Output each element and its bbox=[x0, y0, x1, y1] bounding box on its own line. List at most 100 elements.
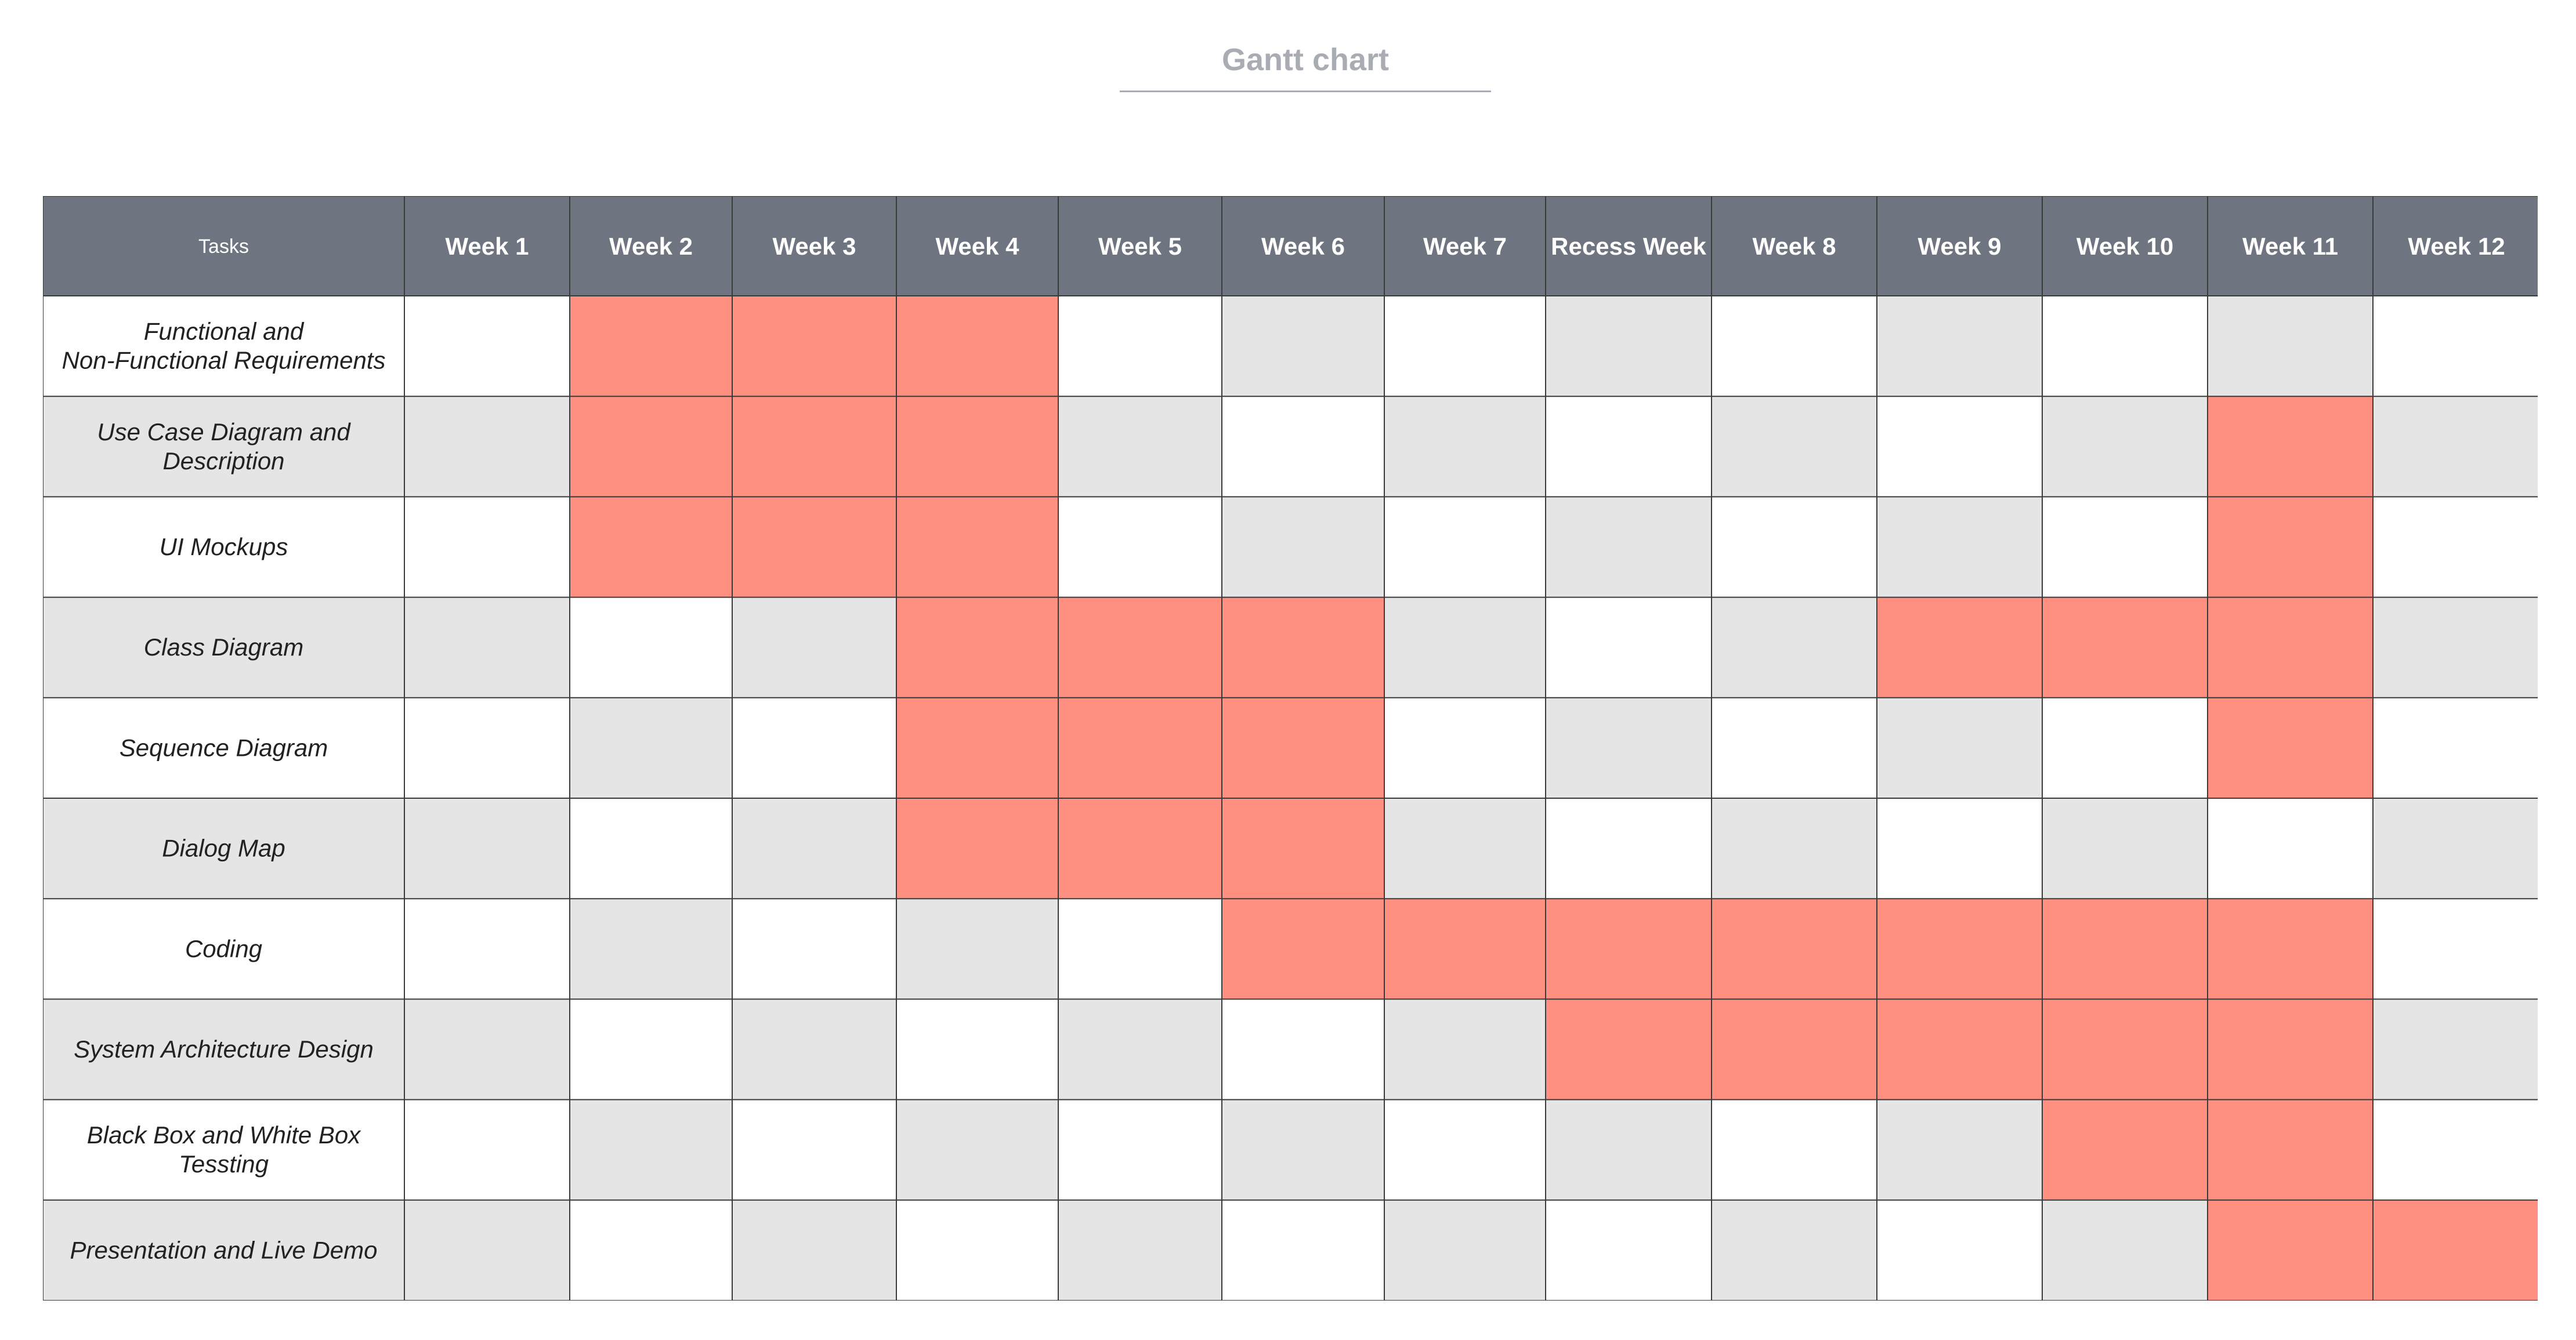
week-cell bbox=[732, 999, 896, 1100]
week-cell bbox=[896, 1099, 1058, 1200]
week-header: Week 12 bbox=[2408, 233, 2505, 260]
week-header: Week 7 bbox=[1423, 233, 1507, 260]
week-cell bbox=[1222, 1200, 1384, 1301]
week-cell bbox=[2042, 697, 2208, 798]
week-cell bbox=[570, 899, 732, 999]
week-cell bbox=[1877, 798, 2042, 899]
week-cell bbox=[732, 1099, 896, 1200]
week-cell bbox=[404, 597, 570, 698]
week-cell bbox=[1877, 697, 2042, 798]
gantt-bar-cell bbox=[1222, 899, 1384, 999]
week-cell bbox=[404, 899, 570, 999]
week-cell bbox=[404, 497, 570, 597]
gantt-bar-cell bbox=[896, 497, 1058, 597]
gantt-bar-cell bbox=[2042, 1099, 2208, 1200]
week-cell bbox=[1222, 1099, 1384, 1200]
week-header: Week 8 bbox=[1753, 233, 1836, 260]
week-cell bbox=[404, 999, 570, 1100]
week-cell bbox=[570, 597, 732, 698]
gantt-bar-cell bbox=[2208, 597, 2373, 698]
week-cell bbox=[2208, 296, 2373, 397]
task-name: Coding bbox=[185, 935, 262, 962]
week-cell bbox=[1546, 396, 1712, 497]
week-cell bbox=[1384, 497, 1546, 597]
week-cell bbox=[1058, 497, 1222, 597]
week-cell bbox=[2373, 1099, 2538, 1200]
week-cell bbox=[1877, 1200, 2042, 1301]
task-name: Presentation and Live Demo bbox=[70, 1236, 378, 1263]
week-cell bbox=[404, 1099, 570, 1200]
week-cell bbox=[1058, 999, 1222, 1100]
week-cell bbox=[1712, 697, 1877, 798]
week-cell bbox=[1058, 1200, 1222, 1301]
week-cell bbox=[2373, 697, 2538, 798]
week-cell bbox=[896, 899, 1058, 999]
gantt-bar-cell bbox=[2208, 396, 2373, 497]
week-cell bbox=[1058, 899, 1222, 999]
gantt-bar-cell bbox=[570, 296, 732, 397]
week-cell bbox=[2373, 396, 2538, 497]
week-cell bbox=[1712, 497, 1877, 597]
task-name: Black Box and White Box bbox=[87, 1121, 362, 1149]
week-cell bbox=[1546, 1200, 1712, 1301]
week-cell bbox=[1384, 296, 1546, 397]
week-cell bbox=[1712, 597, 1877, 698]
week-cell bbox=[732, 798, 896, 899]
week-header: Week 6 bbox=[1261, 233, 1345, 260]
task-name: Functional and bbox=[144, 318, 305, 345]
gantt-bar-cell bbox=[570, 396, 732, 497]
task-name-cell bbox=[43, 396, 404, 497]
gantt-bar-cell bbox=[1712, 999, 1877, 1100]
week-cell bbox=[2373, 999, 2538, 1100]
week-header: Week 4 bbox=[936, 233, 1020, 260]
week-cell bbox=[1712, 1200, 1877, 1301]
gantt-bar-cell bbox=[1546, 999, 1712, 1100]
week-cell bbox=[1546, 697, 1712, 798]
week-cell bbox=[2208, 798, 2373, 899]
week-cell bbox=[404, 396, 570, 497]
week-header: Week 2 bbox=[609, 233, 693, 260]
week-cell bbox=[2373, 899, 2538, 999]
week-cell bbox=[2042, 1200, 2208, 1301]
title-underline bbox=[1120, 90, 1491, 92]
week-cell bbox=[1222, 999, 1384, 1100]
gantt-bar-cell bbox=[732, 296, 896, 397]
gantt-bar-cell bbox=[1877, 999, 2042, 1100]
week-header: Week 11 bbox=[2242, 233, 2338, 260]
task-name: Class Diagram bbox=[144, 633, 303, 661]
week-cell bbox=[2042, 396, 2208, 497]
week-cell bbox=[2373, 296, 2538, 397]
week-cell bbox=[1384, 396, 1546, 497]
week-cell bbox=[1384, 1099, 1546, 1200]
week-cell bbox=[570, 697, 732, 798]
gantt-table: Tasks Week 1 Week 2 Week 3 Week 4 Week 5 Week … bbox=[43, 196, 2538, 1301]
gantt-bar-cell bbox=[2373, 1200, 2538, 1301]
task-name: Sequence Diagram bbox=[120, 734, 328, 761]
gantt-bar-cell bbox=[2042, 597, 2208, 698]
week-cell bbox=[570, 798, 732, 899]
task-name: Tessting bbox=[179, 1150, 269, 1178]
week-cell bbox=[1384, 798, 1546, 899]
task-name: Use Case Diagram and bbox=[97, 418, 351, 446]
week-cell bbox=[570, 1099, 732, 1200]
gantt-bar-cell bbox=[2208, 899, 2373, 999]
gantt-bar-cell bbox=[896, 597, 1058, 698]
gantt-bar-cell bbox=[1058, 697, 1222, 798]
week-cell bbox=[570, 1200, 732, 1301]
week-cell bbox=[1546, 296, 1712, 397]
gantt-bar-cell bbox=[1546, 899, 1712, 999]
week-header: Week 5 bbox=[1098, 233, 1182, 260]
task-name: Description bbox=[162, 447, 284, 475]
week-cell bbox=[1546, 497, 1712, 597]
week-header: Week 10 bbox=[2076, 233, 2173, 260]
gantt-bar-cell bbox=[2208, 1200, 2373, 1301]
week-header: Week 9 bbox=[1918, 233, 2002, 260]
gantt-bar-cell bbox=[1222, 597, 1384, 698]
week-cell bbox=[404, 697, 570, 798]
week-cell bbox=[1712, 1099, 1877, 1200]
week-cell bbox=[404, 1200, 570, 1301]
week-cell bbox=[404, 296, 570, 397]
week-cell bbox=[1222, 296, 1384, 397]
week-cell bbox=[2042, 296, 2208, 397]
week-cell bbox=[1222, 497, 1384, 597]
